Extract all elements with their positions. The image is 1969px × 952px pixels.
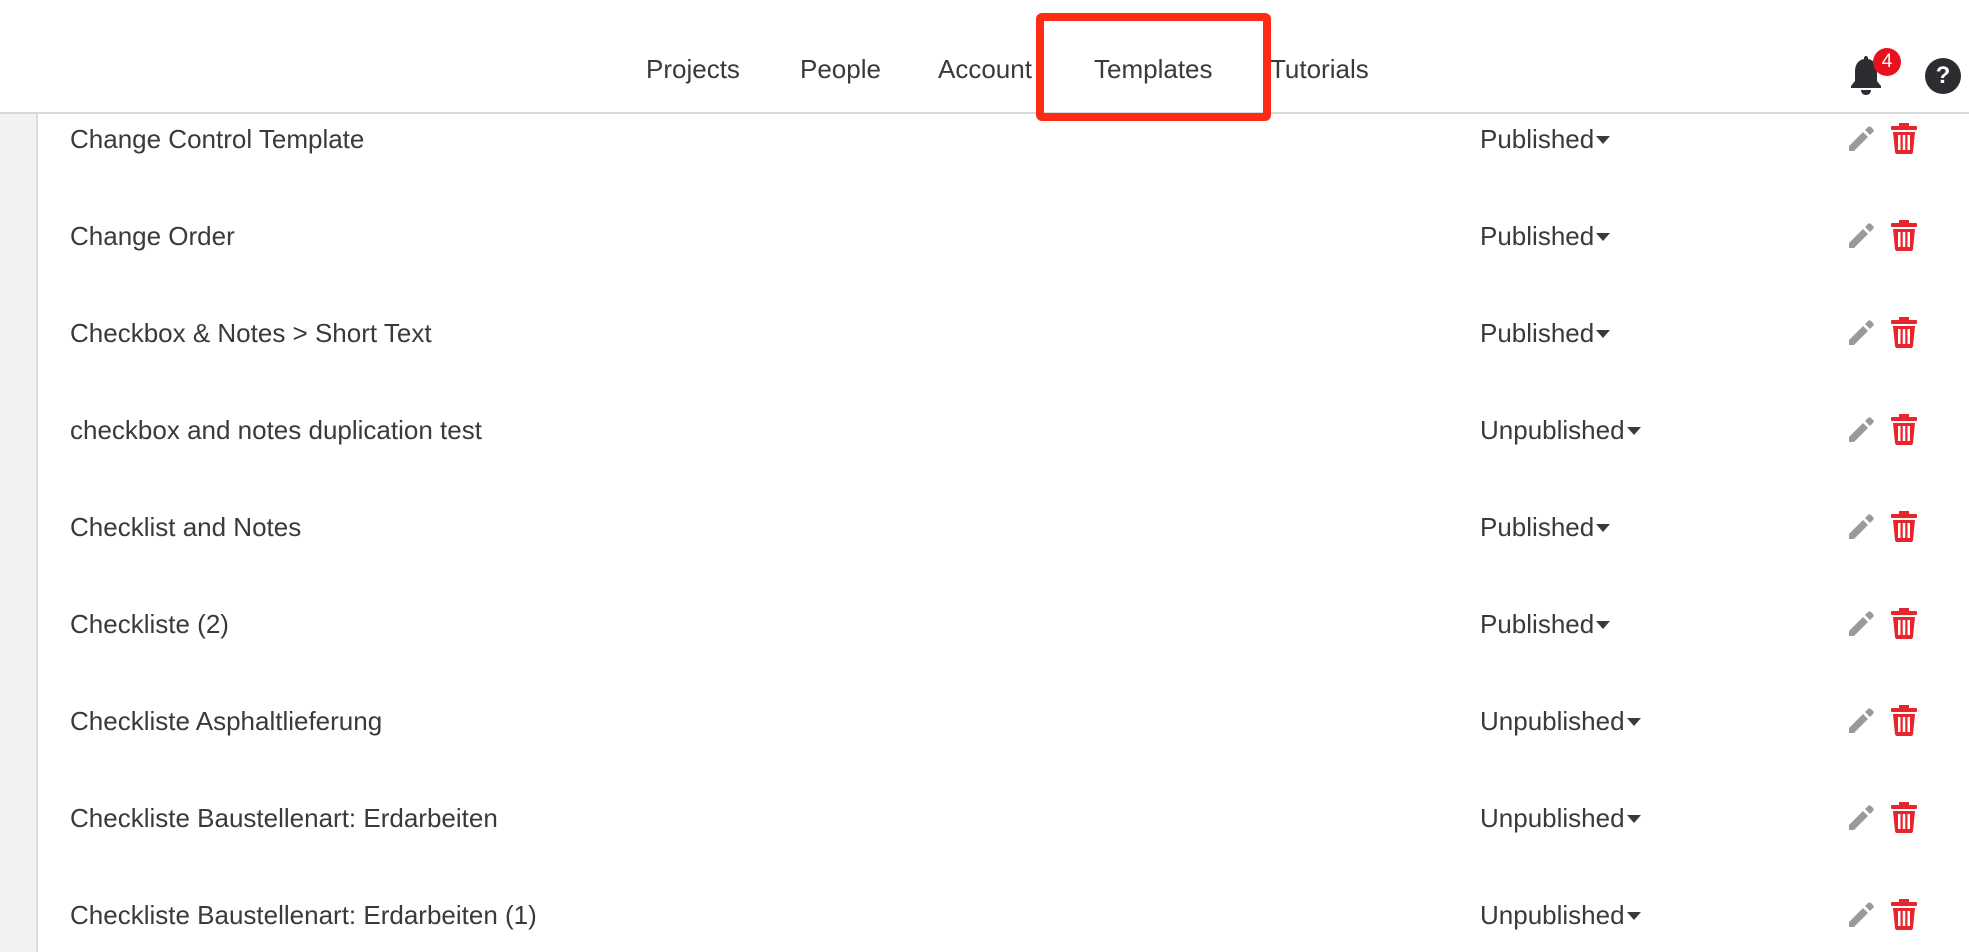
status-label: Unpublished bbox=[1480, 803, 1625, 833]
trash-icon[interactable] bbox=[1891, 123, 1917, 154]
nav-tutorials[interactable]: Tutorials bbox=[1270, 56, 1369, 82]
caret-down-icon bbox=[1626, 814, 1641, 823]
template-row: Change Order Published bbox=[40, 220, 1969, 320]
status-label: Published bbox=[1480, 512, 1595, 542]
template-row: Checkliste Asphaltlieferung Unpublished bbox=[40, 705, 1969, 805]
status-label: Published bbox=[1480, 221, 1595, 251]
template-name[interactable]: Change Control Template bbox=[70, 126, 364, 152]
status-label: Unpublished bbox=[1480, 706, 1625, 736]
template-row: Checkbox & Notes > Short Text Published bbox=[40, 317, 1969, 417]
template-name[interactable]: Checkbox & Notes > Short Text bbox=[70, 320, 432, 346]
notification-count-badge: 4 bbox=[1873, 48, 1901, 76]
template-row: Change Control Template Published bbox=[40, 123, 1969, 223]
status-label: Unpublished bbox=[1480, 415, 1625, 445]
status-label: Published bbox=[1480, 609, 1595, 639]
help-icon[interactable]: ? bbox=[1925, 58, 1961, 94]
pencil-icon[interactable] bbox=[1845, 803, 1875, 833]
status-dropdown[interactable]: Published bbox=[1480, 124, 1611, 154]
pencil-icon[interactable] bbox=[1845, 609, 1875, 639]
caret-down-icon bbox=[1626, 911, 1641, 920]
template-row: Checklist and Notes Published bbox=[40, 511, 1969, 611]
status-label: Published bbox=[1480, 318, 1595, 348]
caret-down-icon bbox=[1626, 717, 1641, 726]
trash-icon[interactable] bbox=[1891, 802, 1917, 833]
status-dropdown[interactable]: Published bbox=[1480, 221, 1611, 251]
trash-icon[interactable] bbox=[1891, 705, 1917, 736]
caret-down-icon bbox=[1596, 135, 1611, 144]
trash-icon[interactable] bbox=[1891, 899, 1917, 930]
trash-icon[interactable] bbox=[1891, 220, 1917, 251]
pencil-icon[interactable] bbox=[1845, 900, 1875, 930]
caret-down-icon bbox=[1596, 523, 1611, 532]
template-name[interactable]: Checkliste Baustellenart: Erdarbeiten (1… bbox=[70, 902, 537, 928]
left-sidebar-gutter bbox=[0, 114, 38, 952]
nav-templates[interactable]: Templates bbox=[1094, 56, 1213, 82]
caret-down-icon bbox=[1596, 329, 1611, 338]
template-name[interactable]: Change Order bbox=[70, 223, 235, 249]
template-name[interactable]: Checkliste Baustellenart: Erdarbeiten bbox=[70, 805, 498, 831]
pencil-icon[interactable] bbox=[1845, 221, 1875, 251]
status-dropdown[interactable]: Published bbox=[1480, 609, 1611, 639]
template-row: checkbox and notes duplication test Unpu… bbox=[40, 414, 1969, 514]
template-row: Checkliste (2) Published bbox=[40, 608, 1969, 708]
template-name[interactable]: Checklist and Notes bbox=[70, 514, 301, 540]
pencil-icon[interactable] bbox=[1845, 415, 1875, 445]
pencil-icon[interactable] bbox=[1845, 706, 1875, 736]
caret-down-icon bbox=[1626, 426, 1641, 435]
template-name[interactable]: Checkliste Asphaltlieferung bbox=[70, 708, 382, 734]
status-dropdown[interactable]: Published bbox=[1480, 318, 1611, 348]
pencil-icon[interactable] bbox=[1845, 124, 1875, 154]
status-dropdown[interactable]: Published bbox=[1480, 512, 1611, 542]
pencil-icon[interactable] bbox=[1845, 318, 1875, 348]
trash-icon[interactable] bbox=[1891, 414, 1917, 445]
caret-down-icon bbox=[1596, 232, 1611, 241]
template-name[interactable]: Checkliste (2) bbox=[70, 611, 229, 637]
caret-down-icon bbox=[1596, 620, 1611, 629]
nav-account[interactable]: Account bbox=[938, 56, 1032, 82]
trash-icon[interactable] bbox=[1891, 317, 1917, 348]
status-label: Published bbox=[1480, 124, 1595, 154]
status-label: Unpublished bbox=[1480, 900, 1625, 930]
template-name[interactable]: checkbox and notes duplication test bbox=[70, 417, 482, 443]
status-dropdown[interactable]: Unpublished bbox=[1480, 805, 1641, 831]
nav-people[interactable]: People bbox=[800, 56, 881, 82]
nav-projects[interactable]: Projects bbox=[646, 56, 740, 82]
status-dropdown[interactable]: Unpublished bbox=[1480, 902, 1641, 928]
trash-icon[interactable] bbox=[1891, 511, 1917, 542]
top-navigation-bar: Projects People Account Templates Tutori… bbox=[0, 0, 1969, 121]
status-dropdown[interactable]: Unpublished bbox=[1480, 708, 1641, 734]
status-dropdown[interactable]: Unpublished bbox=[1480, 417, 1641, 443]
template-row: Checkliste Baustellenart: Erdarbeiten (1… bbox=[40, 899, 1969, 952]
template-row: Checkliste Baustellenart: Erdarbeiten Un… bbox=[40, 802, 1969, 902]
pencil-icon[interactable] bbox=[1845, 512, 1875, 542]
trash-icon[interactable] bbox=[1891, 608, 1917, 639]
templates-list: Change Control Template Published Change… bbox=[40, 114, 1969, 952]
